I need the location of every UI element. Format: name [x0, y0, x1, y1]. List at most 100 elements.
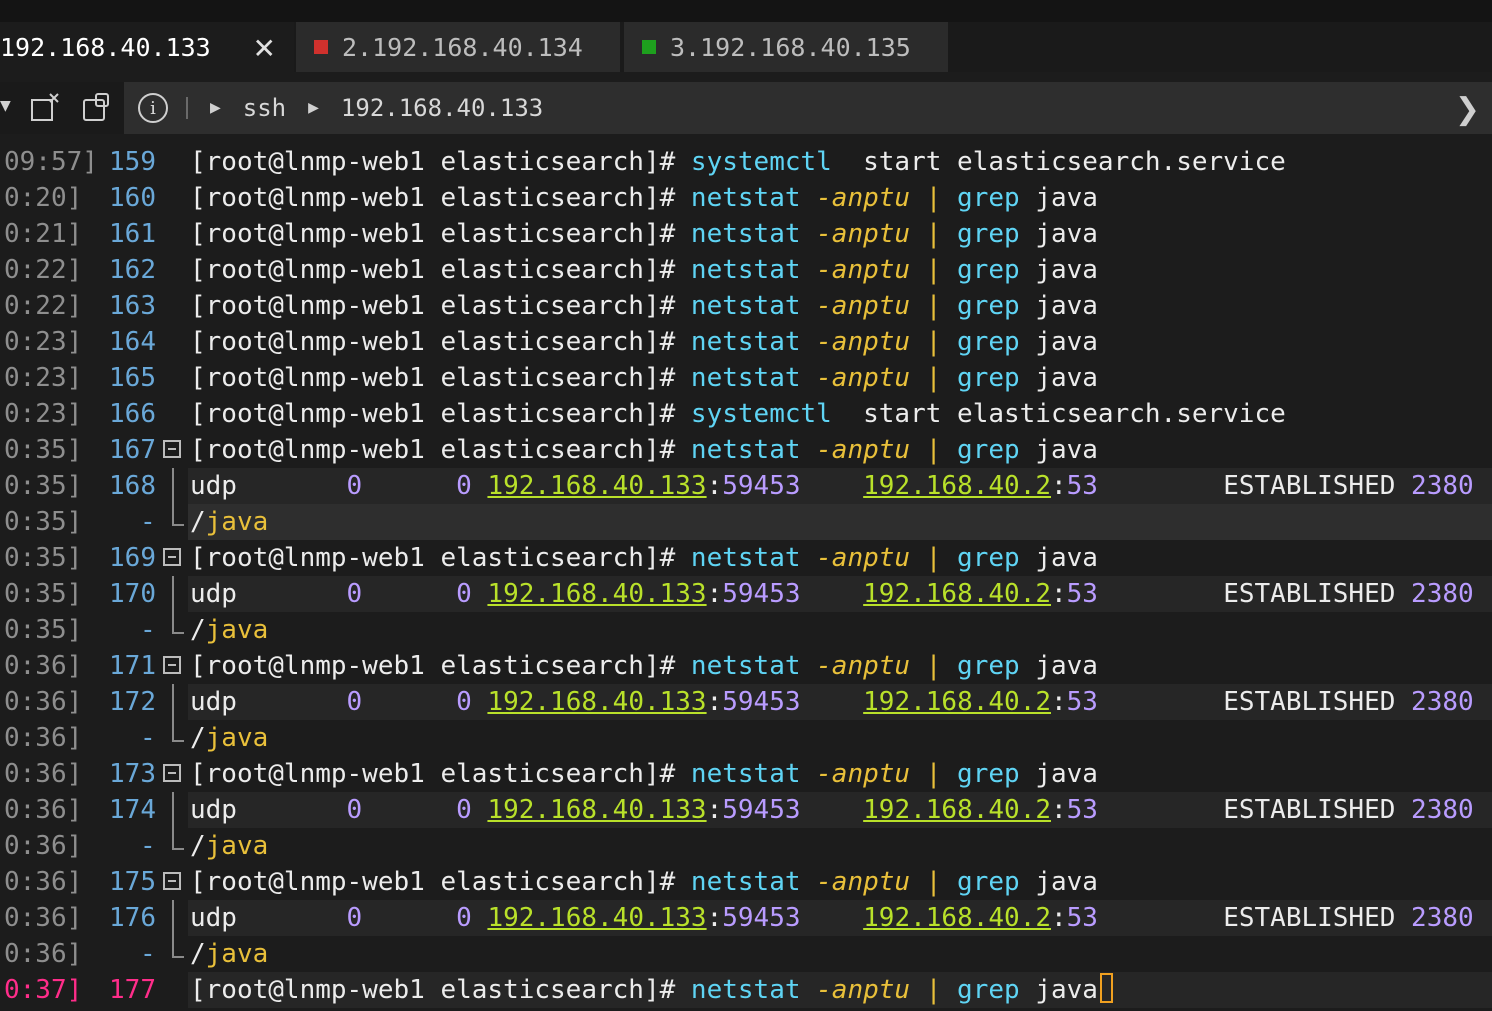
- foreign-address: 192.168.40.2: [863, 903, 1051, 933]
- command: netstat: [690, 759, 801, 789]
- local-port: 59453: [722, 903, 801, 933]
- line-text: udp 0 0 192.168.40.133:59453 192.168.40.…: [190, 795, 1474, 825]
- line-number: 161: [109, 219, 156, 249]
- terminal-line: 0:36] 175 [root@lnmp-web1 elasticsearch]# …: [0, 864, 1492, 900]
- terminal-line: 0:21] 161 [root@lnmp-web1 elasticsearch]# …: [0, 216, 1492, 252]
- arrow-right-icon: ▶: [210, 100, 221, 116]
- line-number: -: [140, 507, 156, 537]
- pipe-symbol: |: [925, 759, 942, 789]
- line-text: udp 0 0 192.168.40.133:59453 192.168.40.…: [190, 903, 1474, 933]
- command: netstat: [690, 327, 801, 357]
- shell-prompt: [root@lnmp-web1 elasticsearch]#: [190, 543, 676, 573]
- line-text: /java: [190, 936, 268, 972]
- chevron-right-icon[interactable]: ❯: [1455, 92, 1480, 127]
- fold-collapse-icon[interactable]: [163, 764, 181, 782]
- command: grep: [957, 543, 1020, 573]
- line-text: [root@lnmp-web1 elasticsearch]# netstat …: [190, 540, 1098, 576]
- timestamp: 0:35]: [4, 507, 83, 537]
- timestamp: 0:36]: [4, 831, 83, 861]
- command-option: -anptu: [816, 219, 911, 249]
- info-icon[interactable]: i: [138, 93, 168, 123]
- line-number: 170: [109, 579, 156, 609]
- process-name: java: [205, 831, 269, 861]
- terminal-line: 0:36] 171 [root@lnmp-web1 elasticsearch]# …: [0, 648, 1492, 684]
- pid: 2380: [1411, 687, 1474, 717]
- shell-prompt: [root@lnmp-web1 elasticsearch]#: [190, 651, 676, 681]
- fold-collapse-icon[interactable]: [163, 548, 181, 566]
- shell-prompt: [root@lnmp-web1 elasticsearch]#: [190, 867, 676, 897]
- line-number: 177: [109, 975, 156, 1005]
- command: grep: [957, 327, 1020, 357]
- terminal-line: 0:23] 166 [root@lnmp-web1 elasticsearch]# …: [0, 396, 1492, 432]
- status-square-icon: [642, 40, 656, 54]
- fold-collapse-icon[interactable]: [163, 440, 181, 458]
- command-option: -anptu: [816, 363, 911, 393]
- line-text: [root@lnmp-web1 elasticsearch]# netstat …: [190, 648, 1098, 684]
- terminal-output[interactable]: 09:57] 159 [root@lnmp-web1 elasticsearch]#…: [0, 144, 1492, 1011]
- breadcrumb-host[interactable]: 192.168.40.133: [341, 94, 543, 122]
- line-number: 160: [109, 183, 156, 213]
- fold-guide: [172, 900, 174, 936]
- pipe-symbol: |: [925, 651, 942, 681]
- fold-guide: [172, 720, 184, 742]
- timestamp: 0:22]: [4, 291, 83, 321]
- timestamp: 0:36]: [4, 687, 83, 717]
- path-slash: /: [190, 615, 206, 645]
- line-text: /java: [190, 504, 268, 540]
- fold-guide: [172, 936, 184, 958]
- command-option: -anptu: [816, 291, 911, 321]
- local-port: 59453: [722, 471, 801, 501]
- breadcrumb-protocol[interactable]: ssh: [243, 94, 286, 122]
- line-number: 172: [109, 687, 156, 717]
- text-cursor: [1099, 973, 1113, 1003]
- line-text: [root@lnmp-web1 elasticsearch]# netstat …: [190, 756, 1098, 792]
- local-address: 192.168.40.133: [487, 903, 707, 933]
- terminal-line: 0:22] 163 [root@lnmp-web1 elasticsearch]# …: [0, 288, 1492, 324]
- shell-prompt: [root@lnmp-web1 elasticsearch]#: [190, 255, 676, 285]
- connection-state: ESTABLISHED: [1223, 903, 1396, 933]
- command-option: -anptu: [816, 975, 911, 1005]
- command-args: java: [1035, 291, 1098, 321]
- line-text: /java: [190, 720, 268, 756]
- command-args: start elasticsearch.service: [863, 147, 1286, 177]
- tab-session-3[interactable]: 3.192.168.40.135: [624, 22, 950, 72]
- shell-prompt: [root@lnmp-web1 elasticsearch]#: [190, 327, 676, 357]
- shell-prompt: [root@lnmp-web1 elasticsearch]#: [190, 183, 676, 213]
- fold-collapse-icon[interactable]: [163, 656, 181, 674]
- command: grep: [957, 435, 1020, 465]
- command: netstat: [690, 219, 801, 249]
- tab-session-1[interactable]: 192.168.40.133 ✕: [0, 22, 294, 72]
- new-window-icon[interactable]: [30, 92, 60, 122]
- shell-prompt: [root@lnmp-web1 elasticsearch]#: [190, 975, 676, 1005]
- line-text: [root@lnmp-web1 elasticsearch]# netstat …: [190, 180, 1098, 216]
- command-args: start elasticsearch.service: [863, 399, 1286, 429]
- foreign-port: 53: [1066, 903, 1098, 933]
- proto: udp: [190, 903, 237, 933]
- terminal-line: 0:35] 167 [root@lnmp-web1 elasticsearch]# …: [0, 432, 1492, 468]
- path-slash: /: [190, 723, 206, 753]
- line-number: 165: [109, 363, 156, 393]
- command: systemctl: [690, 399, 832, 429]
- tab-session-2[interactable]: 2.192.168.40.134: [296, 22, 622, 72]
- fold-collapse-icon[interactable]: [163, 872, 181, 890]
- command-args: java: [1035, 255, 1098, 285]
- timestamp: 0:21]: [4, 219, 83, 249]
- command: netstat: [690, 867, 801, 897]
- process-name: java: [205, 723, 269, 753]
- line-number: 169: [109, 543, 156, 573]
- foreign-port: 53: [1066, 579, 1098, 609]
- pipe-symbol: |: [925, 327, 942, 357]
- command-option: -anptu: [816, 183, 911, 213]
- foreign-port: 53: [1066, 471, 1098, 501]
- terminal-line-current: 0:37] 177 [root@lnmp-web1 elasticsearch]# …: [0, 972, 1492, 1008]
- foreign-address: 192.168.40.2: [863, 687, 1051, 717]
- timestamp: 0:20]: [4, 183, 83, 213]
- line-number: 175: [109, 867, 156, 897]
- command: grep: [957, 651, 1020, 681]
- close-icon[interactable]: ✕: [253, 32, 276, 65]
- terminal-line: 09:57] 159 [root@lnmp-web1 elasticsearch]#…: [0, 144, 1492, 180]
- duplicate-session-icon[interactable]: [82, 92, 112, 122]
- dropdown-triangle-icon[interactable]: ▼: [0, 98, 11, 114]
- pid: 2380: [1411, 579, 1474, 609]
- menu-bar: [0, 0, 1492, 23]
